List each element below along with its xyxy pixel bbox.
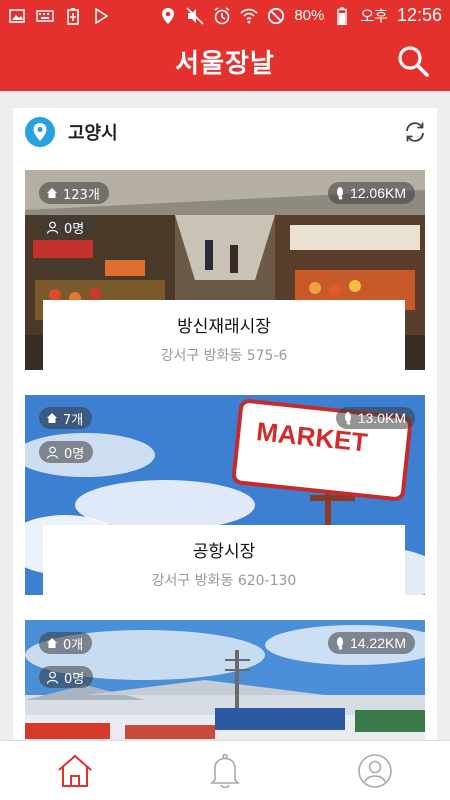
people-count-chip: 0명 (39, 441, 94, 463)
block-icon (267, 7, 285, 25)
people-count-chip: 0명 (39, 666, 94, 688)
distance-chip: 13.0KM (335, 407, 415, 429)
status-ampm: 오후 (360, 8, 388, 25)
battery-percent: 80% (294, 7, 325, 24)
profile-icon (358, 753, 392, 788)
people-count: 0명 (64, 446, 85, 462)
bell-icon (210, 753, 240, 788)
mute-icon (186, 6, 204, 25)
location-pin-icon (25, 117, 55, 147)
market-card[interactable]: 123개 0명 12.06KM 방신재래시장 강서구 방화동 575-6 (25, 170, 425, 370)
distance: 14.22KM (349, 635, 406, 651)
nav-notifications[interactable] (205, 751, 245, 791)
image-icon (8, 7, 26, 25)
market-card[interactable]: 0개 0명 14.22KM (25, 620, 425, 748)
alarm-icon (213, 6, 231, 25)
location-header: 고양시 (13, 108, 437, 156)
market-info: 방신재래시장 강서구 방화동 575-6 (43, 300, 405, 370)
store-count: 123개 (63, 187, 100, 203)
status-time: 12:56 (396, 5, 442, 25)
market-list-panel: 고양시 123개 0명 12.06KM 방신재래시장 강서구 방화동 575-6… (13, 108, 437, 748)
store-count-chip: 123개 (39, 182, 109, 204)
store-count: 0개 (63, 637, 84, 653)
market-name: 공항시장 (192, 542, 256, 562)
walk-icon (336, 637, 343, 650)
bottom-nav (0, 740, 450, 800)
walk-icon (344, 412, 351, 425)
distance: 12.06KM (349, 185, 406, 201)
home-icon (47, 638, 57, 648)
people-count: 0명 (64, 671, 85, 687)
battery-saver-icon (64, 7, 82, 25)
store-count-chip: 0개 (39, 632, 93, 654)
battery-icon (333, 7, 351, 25)
people-count: 0명 (64, 221, 85, 237)
distance-chip: 12.06KM (327, 182, 415, 204)
home-icon (47, 188, 57, 198)
people-count-chip: 0명 (39, 216, 94, 238)
search-button[interactable] (396, 44, 430, 78)
status-bar: 80% 오후 12:56 (0, 0, 450, 31)
user-icon (46, 671, 59, 684)
user-icon (46, 446, 59, 459)
app-bar: 서울장날 (0, 31, 450, 91)
market-address: 강서구 방화동 575-6 (160, 348, 288, 364)
location-icon (159, 7, 177, 25)
nav-profile[interactable] (355, 751, 395, 791)
home-icon (47, 413, 57, 423)
market-card[interactable]: MARKET 7개 0명 13.0KM 공항시장 강서구 방화동 620-130 (25, 395, 425, 595)
store-count: 7개 (63, 412, 84, 428)
refresh-icon (406, 122, 424, 142)
walk-icon (336, 187, 343, 200)
location-name: 고양시 (68, 123, 118, 144)
market-name: 방신재래시장 (177, 317, 271, 337)
market-info: 공항시장 강서구 방화동 620-130 (43, 525, 405, 595)
distance: 13.0KM (357, 410, 406, 426)
search-icon (398, 46, 429, 77)
wifi-icon (240, 7, 258, 25)
distance-chip: 14.22KM (327, 632, 415, 654)
nav-home[interactable] (55, 751, 95, 791)
user-icon (46, 221, 59, 234)
refresh-button[interactable] (403, 120, 427, 144)
keyboard-icon (36, 7, 54, 25)
play-icon (92, 7, 110, 25)
market-address: 강서구 방화동 620-130 (151, 573, 297, 589)
app-title: 서울장날 (175, 48, 275, 79)
store-count-chip: 7개 (39, 407, 93, 429)
home-icon (58, 754, 92, 787)
